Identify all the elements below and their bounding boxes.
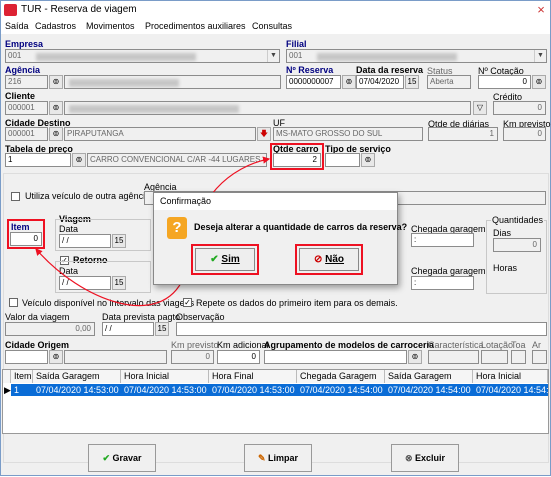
dialog-title: Confirmação	[160, 196, 212, 206]
question-icon: ?	[167, 217, 187, 239]
highlight-yes	[191, 244, 259, 275]
dialog-message: Deseja alterar a quantidade de carros da…	[194, 222, 408, 232]
confirmation-dialog: Confirmação ? Deseja alterar a quantidad…	[153, 192, 407, 285]
main-window: TUR - Reserva de viagem × Saída Cadastro…	[0, 0, 551, 476]
highlight-no	[295, 244, 363, 275]
dialog-body: ? Deseja alterar a quantidade de carros …	[154, 210, 407, 284]
